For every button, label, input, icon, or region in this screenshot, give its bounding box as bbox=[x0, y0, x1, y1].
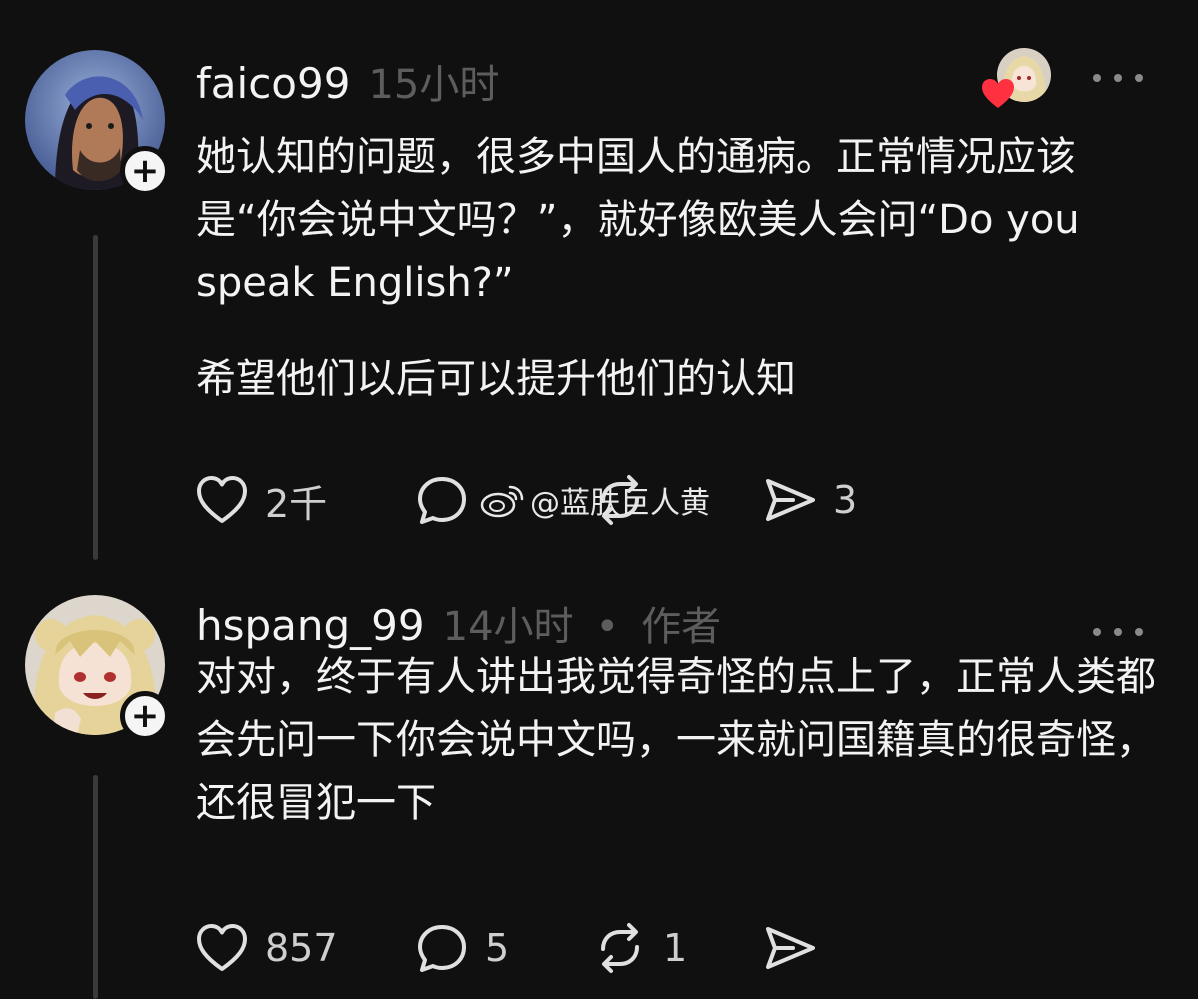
author-badge: 作者 bbox=[641, 604, 722, 650]
more-options-button[interactable] bbox=[1093, 622, 1143, 642]
thread-line bbox=[93, 235, 98, 560]
post-body: 她认知的问题，很多中国人的通病。正常情况应该是“你会说中文吗？”，就好像欧美人会… bbox=[196, 126, 1164, 411]
post-paragraph: 对对，终于有人讲出我觉得奇怪的点上了，正常人类都会先问一下你会说中文吗，一来就问… bbox=[196, 654, 1156, 826]
plus-icon: + bbox=[130, 696, 160, 736]
comment-button[interactable] bbox=[413, 470, 485, 530]
weibo-watermark: @蓝肤巨人黄 bbox=[478, 478, 710, 522]
send-arrow-icon bbox=[766, 479, 815, 521]
post-paragraph: 她认知的问题，很多中国人的通病。正常情况应该是“你会说中文吗？”，就好像欧美人会… bbox=[196, 134, 1080, 306]
reply-post-hspang_99: + hspang_99 14小时 • 作者 对对，终于有人讲出我觉得奇怪的点上了… bbox=[0, 580, 1198, 999]
repost-button[interactable]: 1 bbox=[591, 918, 687, 978]
action-bar: 857 5 1 bbox=[193, 918, 1093, 978]
share-button[interactable]: 3 bbox=[761, 470, 857, 530]
weibo-logo-icon bbox=[480, 485, 524, 518]
username[interactable]: faico99 bbox=[196, 59, 350, 108]
like-button[interactable]: 2千 bbox=[193, 470, 327, 530]
post-header: hspang_99 14小时 • 作者 bbox=[196, 594, 721, 652]
username[interactable]: hspang_99 bbox=[196, 601, 425, 650]
comment-button[interactable]: 5 bbox=[413, 918, 509, 978]
follow-button[interactable]: + bbox=[120, 691, 170, 741]
like-count: 2千 bbox=[265, 481, 328, 526]
like-button[interactable]: 857 bbox=[193, 918, 338, 978]
comment-bubble-icon bbox=[418, 925, 466, 972]
heart-outline-icon bbox=[197, 476, 247, 523]
comment-count: 5 bbox=[485, 926, 510, 970]
repost-arrows-icon bbox=[601, 923, 639, 973]
plus-icon: + bbox=[130, 151, 160, 191]
post-time: 15小时 bbox=[368, 62, 500, 108]
separator-dot: • bbox=[595, 604, 620, 650]
post-header: faico99 15小时 bbox=[196, 52, 499, 110]
comment-bubble-icon bbox=[418, 477, 466, 524]
share-button[interactable] bbox=[761, 918, 833, 978]
thread-line bbox=[93, 775, 98, 999]
more-dots-icon bbox=[1093, 628, 1101, 636]
like-count: 857 bbox=[265, 926, 338, 970]
post-paragraph: 希望他们以后可以提升他们的认知 bbox=[196, 356, 796, 402]
watermark-text: @蓝肤巨人黄 bbox=[530, 486, 710, 521]
send-arrow-icon bbox=[766, 927, 815, 969]
post-time: 14小时 bbox=[442, 604, 574, 650]
more-options-button[interactable] bbox=[1093, 68, 1143, 88]
follow-button[interactable]: + bbox=[120, 146, 170, 196]
more-dots-icon bbox=[1093, 74, 1101, 82]
repost-count: 1 bbox=[663, 926, 688, 970]
heart-outline-icon bbox=[197, 924, 247, 971]
post-body: 对对，终于有人讲出我觉得奇怪的点上了，正常人类都会先问一下你会说中文吗，一来就问… bbox=[196, 646, 1164, 835]
liked-heart-icon bbox=[982, 79, 1014, 108]
share-count: 3 bbox=[833, 478, 858, 522]
